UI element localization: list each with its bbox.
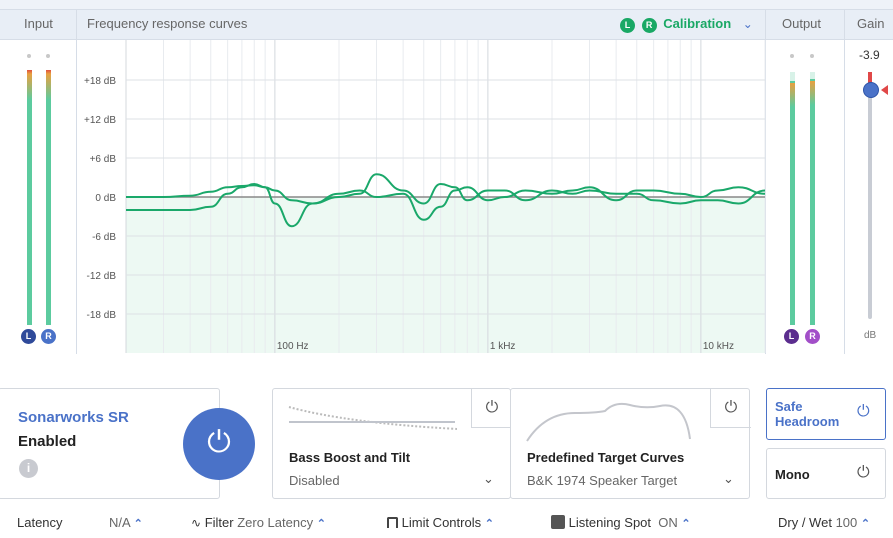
bass-value[interactable]: Disabled bbox=[289, 473, 340, 488]
chevron-down-icon: ⌄ bbox=[742, 17, 753, 31]
x-tick-label: 1 kHz bbox=[490, 341, 516, 352]
output-l-badge: L bbox=[784, 329, 799, 344]
peak-dot bbox=[27, 54, 31, 58]
power-button[interactable]: ⏻ bbox=[183, 408, 255, 480]
input-meter-l bbox=[27, 70, 32, 325]
gain-panel: -3.9 dB bbox=[845, 40, 893, 354]
target-value[interactable]: B&K 1974 Speaker Target bbox=[527, 473, 677, 488]
gain-value: -3.9 bbox=[859, 48, 880, 62]
listening-spot-label: Listening Spot bbox=[568, 515, 652, 530]
product-title: Sonarworks SR bbox=[18, 409, 129, 426]
frequency-chart: +18 dB +12 dB +6 dB 0 dB -6 dB -12 dB -18 dB 10… bbox=[77, 40, 766, 354]
power-icon: ⏻ bbox=[207, 426, 231, 459]
bass-curve-icon bbox=[288, 406, 457, 430]
curves-header: Frequency response curves L R Calibratio… bbox=[77, 10, 766, 40]
limit-label: Limit Controls bbox=[401, 515, 482, 530]
x-tick-label: 100 Hz bbox=[277, 341, 309, 352]
right-channel-badge: R bbox=[641, 18, 657, 33]
y-tick-label: +12 dB bbox=[84, 115, 116, 126]
y-tick-label: 0 dB bbox=[95, 193, 116, 204]
y-tick-label: -6 dB bbox=[92, 232, 116, 243]
target-curves-panel[interactable]: ⏻ Predefined Target Curves B&K 1974 Spea… bbox=[510, 388, 751, 499]
input-r-badge: R bbox=[41, 329, 56, 344]
output-header: Output bbox=[766, 10, 845, 40]
safe-headroom-button[interactable]: Safe Headroom ⏻ bbox=[766, 388, 886, 440]
latency-control[interactable]: N/A ⌃ bbox=[109, 515, 143, 530]
status-text: Enabled bbox=[18, 433, 77, 450]
listening-spot-value: ON bbox=[658, 515, 678, 530]
output-meter-r bbox=[810, 72, 815, 325]
headroom-label: Headroom bbox=[775, 414, 840, 429]
top-strip bbox=[0, 0, 893, 10]
output-meter-l bbox=[790, 72, 795, 325]
bass-power-button[interactable]: ⏻ bbox=[471, 388, 512, 428]
gain-header: Gain bbox=[845, 10, 893, 40]
calibration-dropdown[interactable]: L R Calibration ⌄ bbox=[620, 10, 753, 38]
dry-wet-control[interactable]: Dry / Wet 100 ⌃ bbox=[778, 515, 870, 530]
chevron-up-icon: ⌃ bbox=[133, 518, 143, 530]
chevron-up-icon: ⌃ bbox=[316, 518, 326, 530]
latency-label: Latency bbox=[17, 515, 63, 530]
power-icon: ⏻ bbox=[485, 399, 499, 416]
target-power-button[interactable]: ⏻ bbox=[710, 388, 751, 428]
info-icon[interactable]: i bbox=[19, 459, 38, 478]
output-r-badge: R bbox=[805, 329, 820, 344]
calibration-label: Calibration bbox=[663, 16, 732, 31]
peak-dot bbox=[790, 54, 794, 58]
bass-boost-panel[interactable]: ⏻ Bass Boost and Tilt Disabled ⌄ bbox=[272, 388, 512, 499]
safe-label: Safe bbox=[775, 399, 803, 414]
input-header: Input bbox=[0, 10, 77, 40]
chevron-up-icon: ⌃ bbox=[681, 518, 691, 530]
chair-icon bbox=[551, 515, 565, 529]
y-tick-label: -12 dB bbox=[87, 271, 117, 282]
chevron-up-icon: ⌃ bbox=[484, 518, 494, 530]
input-meter-r bbox=[46, 70, 51, 325]
filter-label: Filter bbox=[204, 515, 234, 530]
limit-icon bbox=[387, 517, 398, 528]
y-tick-label: +6 dB bbox=[90, 154, 117, 165]
power-icon: ⏻ bbox=[857, 403, 870, 420]
input-meter-panel: L R bbox=[0, 40, 77, 354]
target-curve-icon bbox=[526, 402, 691, 442]
input-l-badge: L bbox=[21, 329, 36, 344]
limit-controls[interactable]: Limit Controls ⌃ bbox=[387, 515, 494, 530]
peak-dot bbox=[810, 54, 814, 58]
listening-spot-control[interactable]: Listening Spot ON ⌃ bbox=[551, 515, 691, 530]
gain-unit: dB bbox=[864, 330, 877, 341]
dry-wet-label: Dry / Wet bbox=[778, 515, 832, 530]
curves-title: Frequency response curves bbox=[87, 16, 248, 31]
filter-value: Zero Latency bbox=[237, 515, 314, 530]
dry-wet-value: 100 bbox=[835, 515, 858, 530]
gain-slider-handle[interactable] bbox=[863, 82, 879, 98]
mono-label: Mono bbox=[775, 467, 810, 482]
y-tick-label: +18 dB bbox=[84, 76, 116, 87]
power-icon: ⏻ bbox=[724, 399, 738, 416]
peak-dot bbox=[46, 54, 50, 58]
power-icon: ⏻ bbox=[857, 464, 870, 481]
filter-control[interactable]: ∿ Filter Zero Latency ⌃ bbox=[191, 515, 326, 530]
gain-slider-track[interactable] bbox=[868, 73, 872, 319]
target-title: Predefined Target Curves bbox=[527, 450, 685, 465]
x-tick-label: 10 kHz bbox=[703, 341, 734, 352]
y-tick-label: -18 dB bbox=[87, 310, 117, 321]
latency-value: N/A bbox=[109, 515, 130, 530]
gain-marker-icon bbox=[881, 85, 888, 95]
bass-title: Bass Boost and Tilt bbox=[289, 450, 411, 465]
filter-icon: ∿ bbox=[191, 516, 202, 530]
chevron-down-icon[interactable]: ⌄ bbox=[483, 471, 494, 487]
output-meter-panel: L R bbox=[766, 40, 845, 354]
mono-button[interactable]: Mono ⏻ bbox=[766, 448, 886, 499]
left-channel-badge: L bbox=[620, 18, 635, 33]
chevron-down-icon[interactable]: ⌄ bbox=[723, 471, 734, 487]
chevron-up-icon: ⌃ bbox=[860, 518, 871, 530]
chart-svg: +18 dB +12 dB +6 dB 0 dB -6 dB -12 dB -18 dB 10… bbox=[84, 40, 766, 353]
